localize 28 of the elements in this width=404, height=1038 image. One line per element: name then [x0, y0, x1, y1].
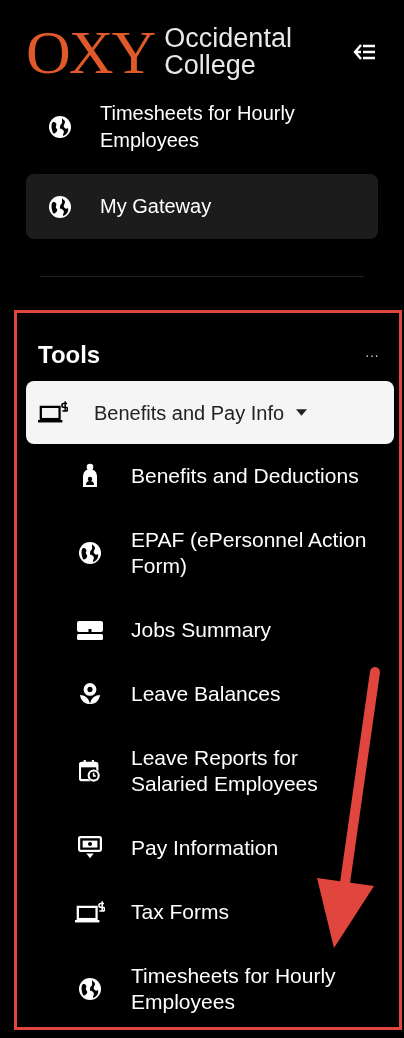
nav-item[interactable]: Jobs Summary: [17, 598, 399, 662]
flower-icon: [79, 682, 101, 706]
logo-text: Occidental: [164, 25, 292, 52]
caret-icon: [296, 409, 308, 416]
section-title: Tools: [38, 340, 101, 370]
nav-item[interactable]: Benefits and Deductions: [17, 444, 399, 508]
laptop-dollar-icon: [75, 899, 105, 925]
globe-icon: [78, 541, 102, 565]
laptop-dollar-icon: [38, 400, 68, 425]
logo-mark: OXY: [26, 21, 155, 83]
nav-item[interactable]: Tax Forms: [17, 880, 399, 944]
nav-item[interactable]: Pay Information: [17, 816, 399, 880]
calendar-clock-icon: [79, 759, 101, 783]
briefcase-icon: [77, 619, 103, 641]
nav-item[interactable]: EPAF (ePersonnel Action Form): [17, 508, 399, 598]
nav-item[interactable]: Leave Reports for Salaried Employees: [17, 726, 399, 816]
nav-item[interactable]: Timesheets for Hourly Employees: [17, 944, 399, 1027]
person-icon: [80, 463, 100, 489]
logo-text: College: [164, 52, 257, 79]
group-button[interactable]: Benefits and Pay Info: [26, 381, 394, 444]
globe-icon: [48, 115, 72, 139]
nav-item[interactable]: My Gateway: [26, 174, 378, 239]
money-screen-icon: [78, 836, 102, 860]
globe-icon: [78, 977, 102, 1001]
globe-icon: [48, 194, 72, 219]
nav-item[interactable]: Leave Balances: [17, 662, 399, 726]
more-button[interactable]: ···: [365, 348, 379, 362]
nav-item[interactable]: Timesheets for Hourly Employees: [26, 100, 378, 160]
